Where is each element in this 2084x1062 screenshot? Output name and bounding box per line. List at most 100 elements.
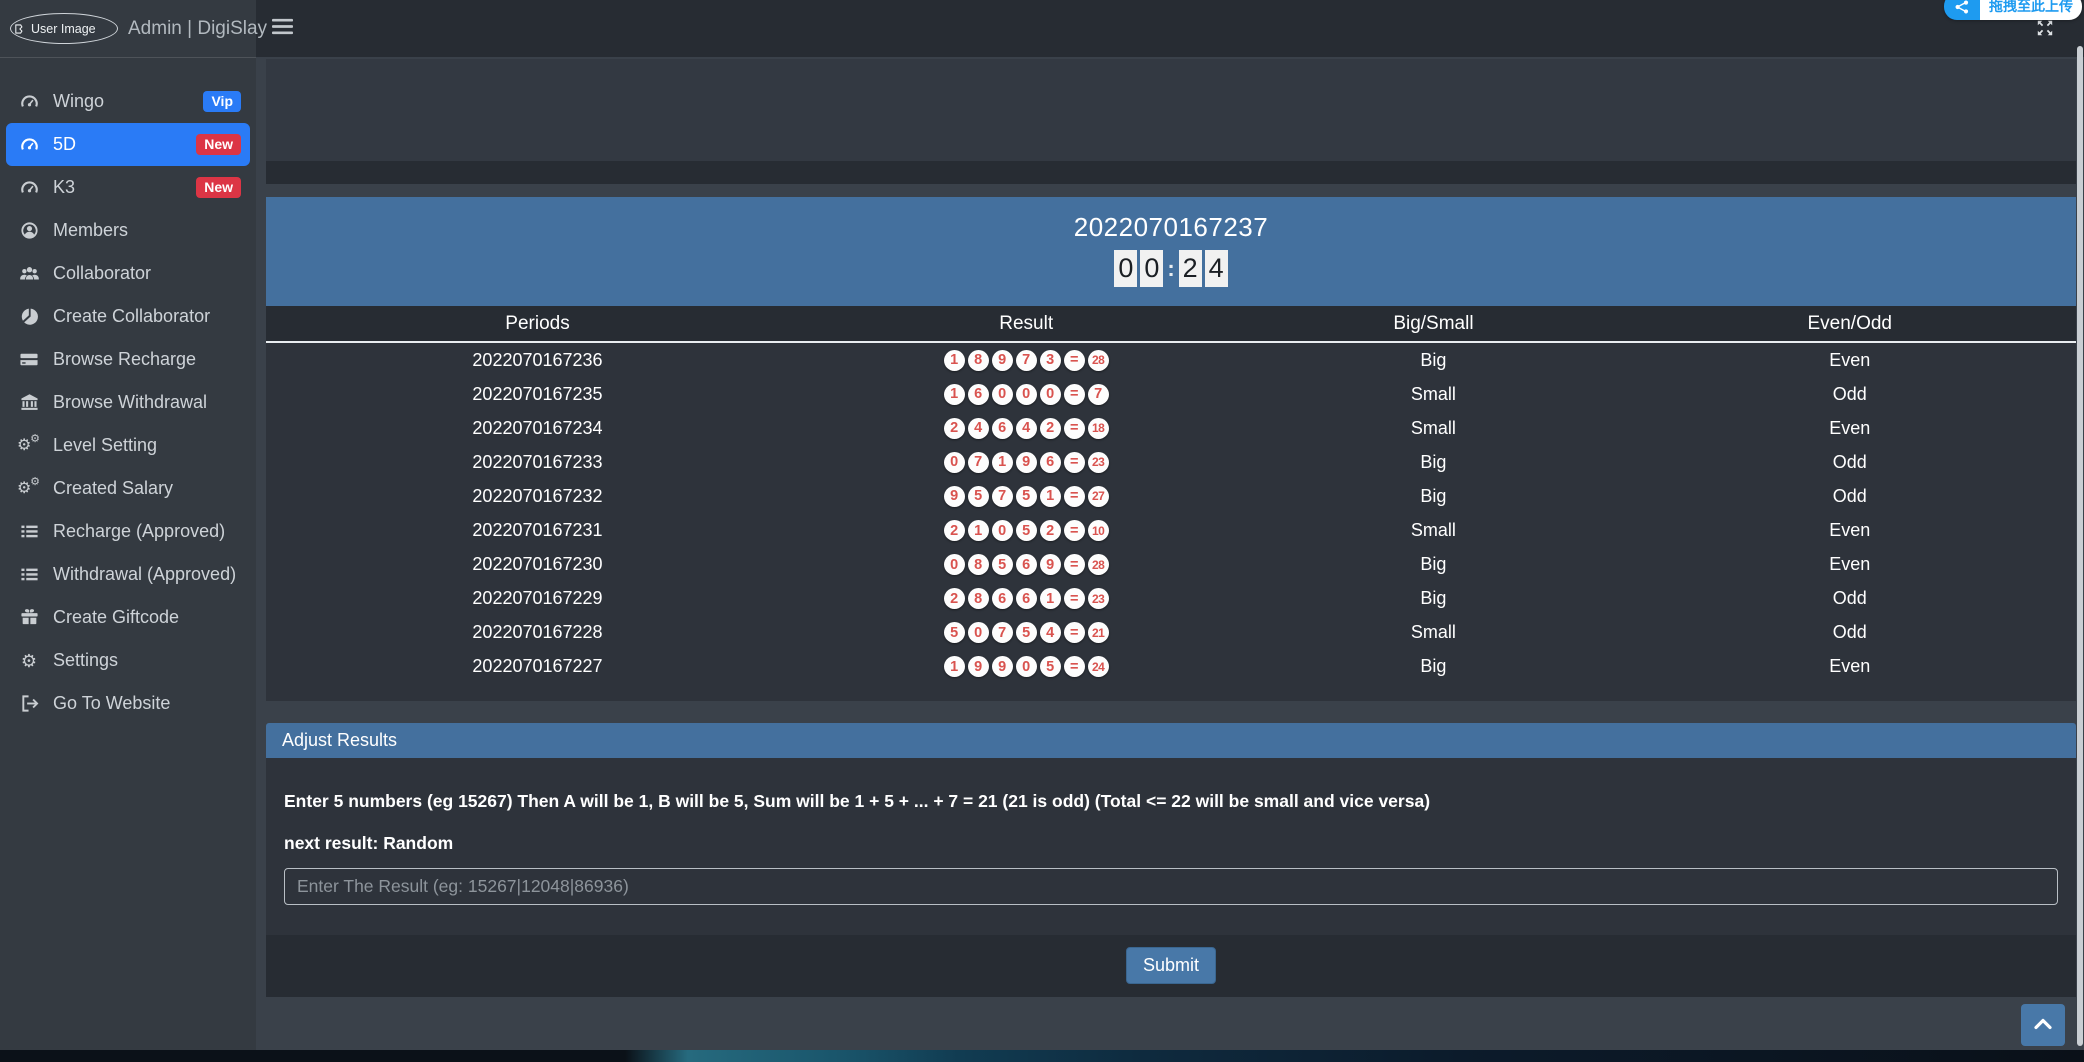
broken-image-icon (15, 23, 28, 35)
result-digit-ball: 1 (992, 452, 1013, 473)
result-digit-ball: 0 (944, 452, 965, 473)
result-cell: 18973=28 (809, 350, 1243, 371)
even-odd-cell: Even (1623, 520, 2076, 541)
sidebar-item-browse-recharge[interactable]: Browse Recharge (6, 338, 250, 381)
even-odd-cell: Even (1623, 418, 2076, 439)
result-cell: 24642=18 (809, 418, 1243, 439)
result-digit-ball: 5 (1016, 486, 1037, 507)
sidebar-item-browse-withdrawal[interactable]: Browse Withdrawal (6, 381, 250, 424)
empty-panel-footer (266, 161, 2076, 184)
even-odd-cell: Even (1623, 350, 2076, 371)
big-small-cell: Big (1243, 486, 1623, 507)
users-icon (16, 264, 42, 283)
result-digit-ball: 2 (944, 520, 965, 541)
result-digit-ball: 1 (1040, 486, 1061, 507)
big-small-cell: Big (1243, 554, 1623, 575)
sidebar-item-wingo[interactable]: WingoVip (6, 80, 250, 123)
result-digit-ball: 0 (1016, 656, 1037, 677)
sidebar-item-label: Browse Withdrawal (53, 392, 207, 413)
result-input[interactable] (284, 868, 2058, 905)
current-period: 2022070167237 (266, 197, 2076, 243)
result-cell: 08569=28 (809, 554, 1243, 575)
result-digit-ball: 1 (1040, 588, 1061, 609)
result-digit-ball: 8 (968, 554, 989, 575)
period-cell: 2022070167234 (266, 418, 809, 439)
result-digit-ball: 7 (992, 622, 1013, 643)
period-cell: 2022070167233 (266, 452, 809, 473)
result-digit-ball: 6 (968, 384, 989, 405)
big-small-cell: Small (1243, 418, 1623, 439)
even-odd-cell: Odd (1623, 384, 2076, 405)
fullscreen-icon[interactable] (2036, 19, 2054, 37)
even-odd-cell: Odd (1623, 622, 2076, 643)
scroll-to-top-button[interactable] (2021, 1004, 2065, 1046)
period-cell: 2022070167235 (266, 384, 809, 405)
result-cell: 16000=7 (809, 384, 1243, 405)
sidebar-item-k3[interactable]: K3New (6, 166, 250, 209)
upload-overlay-badge[interactable]: 拖拽至此上传 (1944, 0, 2082, 20)
sidebar-item-members[interactable]: Members (6, 209, 250, 252)
table-row: 202207016722928661=23BigOdd (266, 582, 2076, 616)
result-digit-ball: 6 (1016, 588, 1037, 609)
result-digit-ball: 5 (968, 486, 989, 507)
period-cell: 2022070167227 (266, 656, 809, 677)
result-digit-ball: 0 (968, 622, 989, 643)
result-digit-ball: 2 (944, 588, 965, 609)
countdown-digit: 0 (1114, 250, 1137, 287)
result-cell: 28661=23 (809, 588, 1243, 609)
big-small-cell: Big (1243, 350, 1623, 371)
empty-panel-body (266, 59, 2076, 161)
credit-card-icon (16, 350, 42, 369)
upload-badge-text: 拖拽至此上传 (1980, 0, 2082, 20)
user-panel: User Image Admin | DigiSlay (0, 0, 256, 58)
cogs-icon: ⚙⚙ (16, 436, 42, 456)
result-digit-ball: 5 (1016, 520, 1037, 541)
big-small-cell: Big (1243, 588, 1623, 609)
sum-ball: 27 (1088, 486, 1109, 507)
sidebar-item-collaborator[interactable]: Collaborator (6, 252, 250, 295)
badge-vip: Vip (203, 91, 241, 113)
result-digit-ball: 9 (1016, 452, 1037, 473)
sidebar-item-5d[interactable]: 5DNew (6, 123, 250, 166)
sidebar-item-create-giftcode[interactable]: Create Giftcode (6, 596, 250, 639)
adjust-results-title: Adjust Results (266, 723, 2076, 758)
submit-button[interactable]: Submit (1126, 947, 1216, 984)
result-digit-ball: 9 (992, 350, 1013, 371)
table-row: 202207016723295751=27BigOdd (266, 479, 2076, 513)
table-row: 202207016723121052=10SmallEven (266, 513, 2076, 547)
column-header-result: Result (809, 313, 1243, 335)
sidebar-item-label: Create Giftcode (53, 607, 179, 628)
even-odd-cell: Odd (1623, 452, 2076, 473)
result-digit-ball: 9 (1040, 554, 1061, 575)
sum-ball: 28 (1088, 350, 1109, 371)
countdown-separator: : (1167, 256, 1174, 282)
gauge-icon (16, 135, 42, 154)
vertical-scrollbar[interactable] (2077, 46, 2083, 1046)
result-digit-ball: 7 (1016, 350, 1037, 371)
sidebar-item-recharge-approved[interactable]: Recharge (Approved) (6, 510, 250, 553)
user-title: Admin | DigiSlay (128, 18, 267, 40)
sidebar-item-withdrawal-approved[interactable]: Withdrawal (Approved) (6, 553, 250, 596)
equals-ball: = (1064, 384, 1085, 405)
list-icon (16, 565, 42, 584)
sidebar-item-go-to-website[interactable]: Go To Website (6, 682, 250, 725)
sidebar-item-create-collaborator[interactable]: Create Collaborator (6, 295, 250, 338)
big-small-cell: Small (1243, 622, 1623, 643)
sidebar-item-label: K3 (53, 177, 75, 198)
table-row: 202207016723424642=18SmallEven (266, 411, 2076, 445)
empty-top-panel (266, 59, 2076, 184)
period-cell: 2022070167228 (266, 622, 809, 643)
hamburger-menu-icon[interactable] (272, 17, 293, 36)
result-digit-ball: 0 (1016, 384, 1037, 405)
equals-ball: = (1064, 486, 1085, 507)
result-digit-ball: 7 (992, 486, 1013, 507)
sidebar-item-label: Go To Website (53, 693, 170, 714)
adjust-results-section: Adjust Results Enter 5 numbers (eg 15267… (266, 723, 2076, 997)
result-digit-ball: 2 (1040, 418, 1061, 439)
sidebar-item-settings[interactable]: ⚙Settings (6, 639, 250, 682)
sidebar-item-level-setting[interactable]: ⚙⚙Level Setting (6, 424, 250, 467)
big-small-cell: Big (1243, 656, 1623, 677)
gear-icon: ⚙ (16, 652, 42, 670)
sidebar-item-created-salary[interactable]: ⚙⚙Created Salary (6, 467, 250, 510)
result-balls: 95751=27 (809, 486, 1243, 507)
